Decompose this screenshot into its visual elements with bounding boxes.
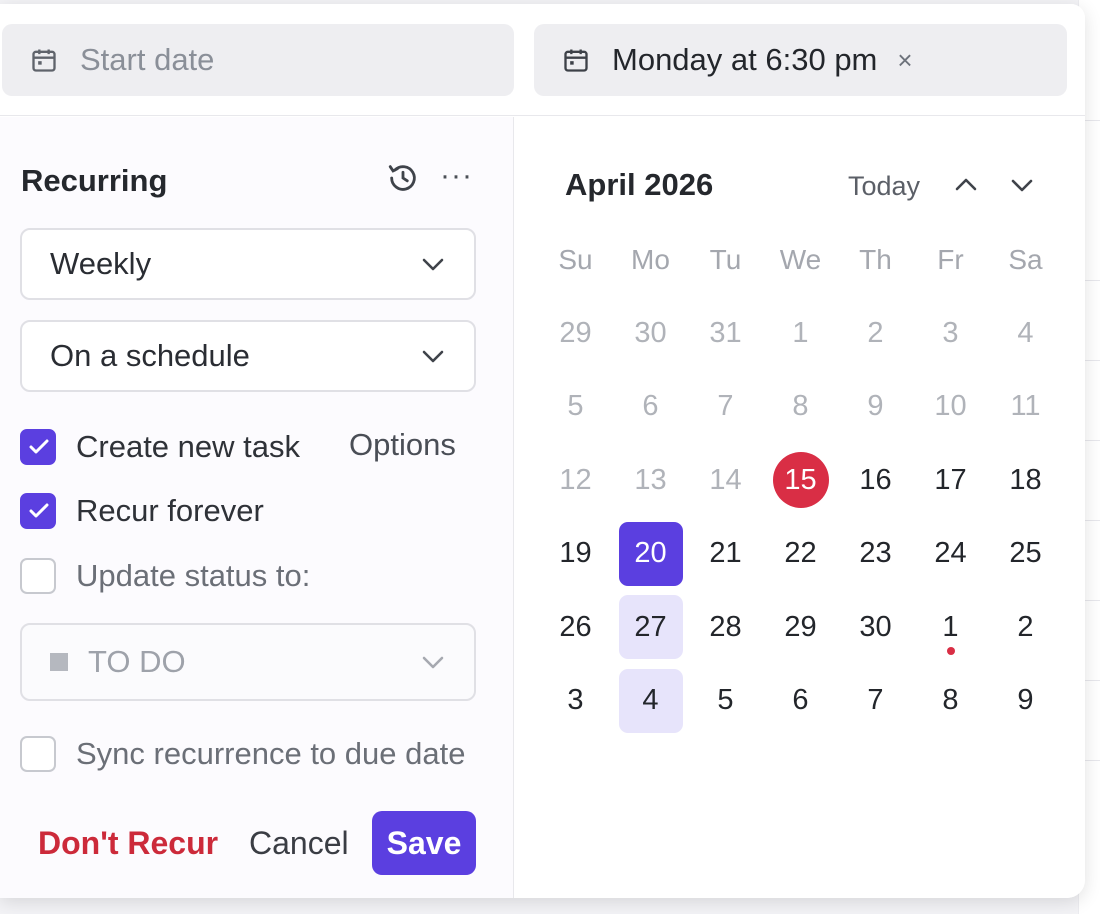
calendar-day[interactable]: 14 bbox=[688, 444, 763, 518]
calendar-day[interactable]: 4 bbox=[988, 297, 1063, 371]
calendar-day[interactable]: 29 bbox=[538, 297, 613, 371]
calendar-day[interactable]: 9 bbox=[988, 664, 1063, 738]
status-color-swatch bbox=[50, 653, 68, 671]
checkmark-icon bbox=[29, 439, 49, 454]
cancel-button[interactable]: Cancel bbox=[249, 825, 349, 862]
checkmark-icon bbox=[29, 503, 49, 518]
today-button[interactable]: Today bbox=[848, 171, 920, 202]
calendar-day[interactable]: 25 bbox=[988, 517, 1063, 591]
calendar-day[interactable]: 24 bbox=[913, 517, 988, 591]
update-status-row[interactable]: Update status to: bbox=[20, 556, 310, 596]
recur-forever-row[interactable]: Recur forever bbox=[20, 491, 264, 531]
update-status-label: Update status to: bbox=[76, 558, 311, 593]
status-select[interactable]: TO DO bbox=[20, 623, 476, 701]
calendar-day[interactable]: 6 bbox=[763, 664, 838, 738]
event-dot bbox=[946, 646, 955, 655]
calendar-day[interactable]: 18 bbox=[988, 444, 1063, 518]
calendar-day[interactable]: 19 bbox=[538, 517, 613, 591]
calendar-day-recurrence[interactable]: 4 bbox=[613, 664, 688, 738]
calendar-day[interactable]: 5 bbox=[538, 370, 613, 444]
sync-recurrence-row[interactable]: Sync recurrence to due date bbox=[20, 734, 465, 774]
save-button[interactable]: Save bbox=[372, 811, 476, 875]
calendar-day[interactable]: 6 bbox=[613, 370, 688, 444]
history-icon[interactable] bbox=[386, 161, 420, 195]
weekday-label: Tu bbox=[709, 243, 742, 275]
calendar-day[interactable]: 13 bbox=[613, 444, 688, 518]
calendar-day[interactable]: 8 bbox=[913, 664, 988, 738]
chevron-down-icon bbox=[422, 350, 444, 363]
calendar-day[interactable]: 11 bbox=[988, 370, 1063, 444]
calendar-day[interactable]: 2 bbox=[988, 591, 1063, 665]
chevron-down-icon bbox=[422, 656, 444, 669]
start-date-field[interactable]: Start date bbox=[2, 24, 514, 96]
chevron-up-icon[interactable] bbox=[953, 175, 979, 193]
calendar-day[interactable]: 30 bbox=[838, 591, 913, 665]
schedule-value: On a schedule bbox=[50, 338, 250, 373]
chevron-down-icon bbox=[422, 258, 444, 271]
calendar-day[interactable]: 16 bbox=[838, 444, 913, 518]
recurrence-panel: Recurring ··· Weekly On a schedule Creat… bbox=[0, 117, 514, 898]
calendar-icon bbox=[32, 49, 56, 72]
schedule-select[interactable]: On a schedule bbox=[20, 320, 476, 392]
date-fields-row: Start date Monday at 6:30 pm × bbox=[0, 4, 1085, 116]
calendar-day[interactable]: 1 bbox=[913, 591, 988, 665]
calendar-icon bbox=[564, 49, 588, 72]
calendar-day[interactable]: 8 bbox=[763, 370, 838, 444]
calendar-day[interactable]: 1 bbox=[763, 297, 838, 371]
create-new-task-checkbox[interactable] bbox=[20, 429, 56, 465]
calendar-day[interactable]: 2 bbox=[838, 297, 913, 371]
calendar-day[interactable]: 22 bbox=[763, 517, 838, 591]
date-recurrence-popup: Start date Monday at 6:30 pm × Recurring… bbox=[0, 4, 1085, 898]
sync-recurrence-label: Sync recurrence to due date bbox=[76, 736, 466, 771]
calendar-day[interactable]: 3 bbox=[913, 297, 988, 371]
status-value: TO DO bbox=[88, 644, 186, 679]
clear-icon[interactable]: × bbox=[897, 45, 912, 76]
calendar-grid: Su Mo Tu We Th Fr Sa 29 30 31 1 2 3 4 5 … bbox=[538, 223, 1063, 738]
calendar-day[interactable]: 17 bbox=[913, 444, 988, 518]
calendar-day[interactable]: 10 bbox=[913, 370, 988, 444]
calendar-day[interactable]: 23 bbox=[838, 517, 913, 591]
weekday-label: Su bbox=[558, 243, 593, 275]
frequency-value: Weekly bbox=[50, 246, 152, 281]
month-title: April 2026 bbox=[565, 167, 714, 202]
weekday-label: Sa bbox=[1008, 243, 1043, 275]
calendar-day[interactable]: 9 bbox=[838, 370, 913, 444]
weekday-label: We bbox=[779, 243, 822, 275]
recur-forever-checkbox[interactable] bbox=[20, 493, 56, 529]
due-date-field[interactable]: Monday at 6:30 pm × bbox=[534, 24, 1067, 96]
calendar-day-recurrence[interactable]: 27 bbox=[613, 591, 688, 665]
frequency-select[interactable]: Weekly bbox=[20, 228, 476, 300]
calendar-day[interactable]: 26 bbox=[538, 591, 613, 665]
start-date-placeholder: Start date bbox=[80, 42, 215, 77]
weekday-label: Th bbox=[859, 243, 892, 275]
chevron-down-icon[interactable] bbox=[1009, 177, 1035, 195]
calendar-day[interactable]: 31 bbox=[688, 297, 763, 371]
weekday-label: Mo bbox=[631, 243, 670, 275]
calendar-day-selected[interactable]: 20 bbox=[613, 517, 688, 591]
calendar-day[interactable]: 5 bbox=[688, 664, 763, 738]
calendar-day[interactable]: 29 bbox=[763, 591, 838, 665]
options-link[interactable]: Options bbox=[349, 427, 456, 463]
calendar-day[interactable]: 12 bbox=[538, 444, 613, 518]
calendar-day[interactable]: 7 bbox=[838, 664, 913, 738]
calendar-panel: April 2026 Today Su Mo Tu We Th Fr Sa 29… bbox=[515, 117, 1085, 898]
dont-recur-button[interactable]: Don't Recur bbox=[38, 825, 218, 862]
calendar-day[interactable]: 3 bbox=[538, 664, 613, 738]
more-options-icon[interactable]: ··· bbox=[440, 161, 473, 191]
recur-forever-label: Recur forever bbox=[76, 493, 264, 528]
create-new-task-row[interactable]: Create new task bbox=[20, 427, 300, 467]
calendar-day[interactable]: 21 bbox=[688, 517, 763, 591]
calendar-day[interactable]: 28 bbox=[688, 591, 763, 665]
calendar-day[interactable]: 30 bbox=[613, 297, 688, 371]
sync-recurrence-checkbox[interactable] bbox=[20, 736, 56, 772]
due-date-value: Monday at 6:30 pm bbox=[612, 42, 878, 77]
weekday-label: Fr bbox=[937, 243, 964, 275]
recurring-title: Recurring bbox=[21, 163, 168, 198]
calendar-day[interactable]: 7 bbox=[688, 370, 763, 444]
update-status-checkbox[interactable] bbox=[20, 558, 56, 594]
calendar-day-today[interactable]: 15 bbox=[763, 444, 838, 518]
create-new-task-label: Create new task bbox=[76, 429, 300, 464]
